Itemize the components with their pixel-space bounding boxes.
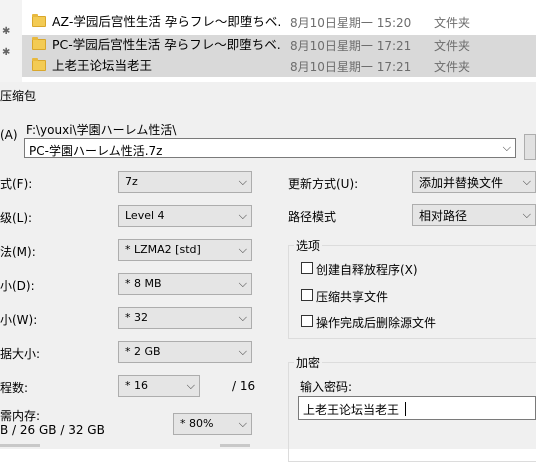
- method-label: 法(M):: [0, 245, 36, 259]
- list-item[interactable]: AZ-学园后宫性生活 孕らフレ～即堕ちベ... 8月10日星期一 15:20 文…: [22, 12, 536, 33]
- chevron-down-icon: ⌵: [238, 311, 247, 324]
- options-title: 选项: [294, 237, 323, 254]
- pin-icon: ✱: [2, 47, 11, 58]
- solid-block-label: 据大小:: [0, 347, 41, 361]
- list-item[interactable]: 上老王论坛当老王 8月10日星期一 17:21 文件夹: [22, 56, 536, 77]
- file-name: 上老王论坛当老王: [52, 58, 153, 73]
- chevron-down-icon: ⌵: [238, 417, 247, 430]
- chevron-down-icon: ⌵: [186, 379, 195, 392]
- nav-pane-edge: ✱ ✱: [0, 0, 22, 82]
- file-type: 文件夹: [434, 16, 471, 30]
- dictionary-size-select[interactable]: * 8 MB ⌵: [118, 273, 252, 295]
- file-type: 文件夹: [434, 60, 471, 74]
- path-mode-label: 路径模式: [288, 210, 337, 224]
- word-size-label: 小(W):: [0, 313, 38, 327]
- delete-after-label: 操作完成后删除源文件: [316, 316, 437, 330]
- password-input[interactable]: 上老王论坛当老王: [298, 396, 536, 420]
- shared-files-checkbox[interactable]: [301, 289, 313, 301]
- chevron-down-icon: ⌵: [238, 277, 247, 290]
- cut-off-value: [220, 444, 250, 447]
- file-type: 文件夹: [434, 39, 471, 53]
- memory-values: B / 26 GB / 32 GB: [0, 423, 105, 437]
- browse-button[interactable]: [524, 134, 536, 160]
- archive-label: (A): [0, 128, 18, 142]
- folder-icon: [32, 37, 46, 50]
- dialog-title: 压缩包: [0, 89, 37, 103]
- folder-icon: [32, 14, 46, 27]
- folder-icon: [32, 58, 46, 71]
- archive-path: F:\youxi\学園ハーレム性活\: [26, 123, 177, 137]
- archive-name-value: PC-学園ハーレム性活.7z: [29, 144, 163, 158]
- method-select[interactable]: * LZMA2 [std] ⌵: [118, 239, 252, 261]
- update-mode-label: 更新方式(U):: [288, 177, 359, 191]
- path-mode-select[interactable]: 相对路径 ⌵: [412, 204, 536, 226]
- dictionary-size-label: 小(D):: [0, 279, 35, 293]
- chevron-down-icon: ⌵: [522, 175, 531, 188]
- pin-icon: ✱: [2, 26, 11, 37]
- encryption-title: 加密: [294, 354, 323, 371]
- password-label: 输入密码:: [300, 380, 353, 394]
- file-list: ✱ ✱ AZ-学园后宫性生活 孕らフレ～即堕ちベ... 8月10日星期一 15:…: [0, 0, 536, 82]
- format-select[interactable]: 7z ⌵: [118, 171, 252, 193]
- memory-percent-select[interactable]: * 80% ⌵: [173, 413, 252, 435]
- file-date: 8月10日星期一 17:21: [290, 39, 412, 53]
- format-label: 式(F):: [0, 177, 33, 191]
- file-date: 8月10日星期一 17:21: [290, 60, 412, 74]
- chevron-down-icon: ⌵: [238, 243, 247, 256]
- chevron-down-icon: ⌵: [238, 345, 247, 358]
- file-name: AZ-学园后宫性生活 孕らフレ～即堕ちベ...: [52, 14, 282, 29]
- delete-after-checkbox[interactable]: [301, 315, 313, 327]
- password-value: 上老王论坛当老王: [303, 403, 400, 417]
- chevron-down-icon[interactable]: ⌵: [503, 141, 511, 155]
- threads-select[interactable]: * 16 ⌵: [118, 375, 200, 397]
- word-size-select[interactable]: * 32 ⌵: [118, 307, 252, 329]
- text-caret: [405, 402, 406, 416]
- file-date: 8月10日星期一 15:20: [290, 16, 412, 30]
- chevron-down-icon: ⌵: [522, 208, 531, 221]
- update-mode-select[interactable]: 添加并替换文件 ⌵: [412, 171, 536, 193]
- chevron-down-icon: ⌵: [238, 175, 247, 188]
- sfx-checkbox[interactable]: [301, 262, 313, 274]
- level-label: 级(L):: [0, 211, 33, 225]
- chevron-down-icon: ⌵: [238, 209, 247, 222]
- memory-label: 需内存:: [0, 409, 41, 423]
- list-item[interactable]: PC-学园后宫性生活 孕らフレ～即堕ちベ... 8月10日星期一 17:21 文…: [22, 35, 536, 56]
- shared-files-label: 压缩共享文件: [316, 290, 389, 304]
- threads-label: 程数:: [0, 381, 29, 395]
- file-name: PC-学园后宫性生活 孕らフレ～即堕ちベ...: [52, 37, 282, 52]
- sfx-label: 创建自释放程序(X): [316, 263, 418, 277]
- cut-off-label: [0, 444, 40, 447]
- solid-block-select[interactable]: * 2 GB ⌵: [118, 341, 252, 363]
- threads-max: / 16: [232, 379, 256, 393]
- level-select[interactable]: Level 4 ⌵: [118, 205, 252, 227]
- archive-name-field[interactable]: PC-学園ハーレム性活.7z ⌵: [24, 138, 516, 158]
